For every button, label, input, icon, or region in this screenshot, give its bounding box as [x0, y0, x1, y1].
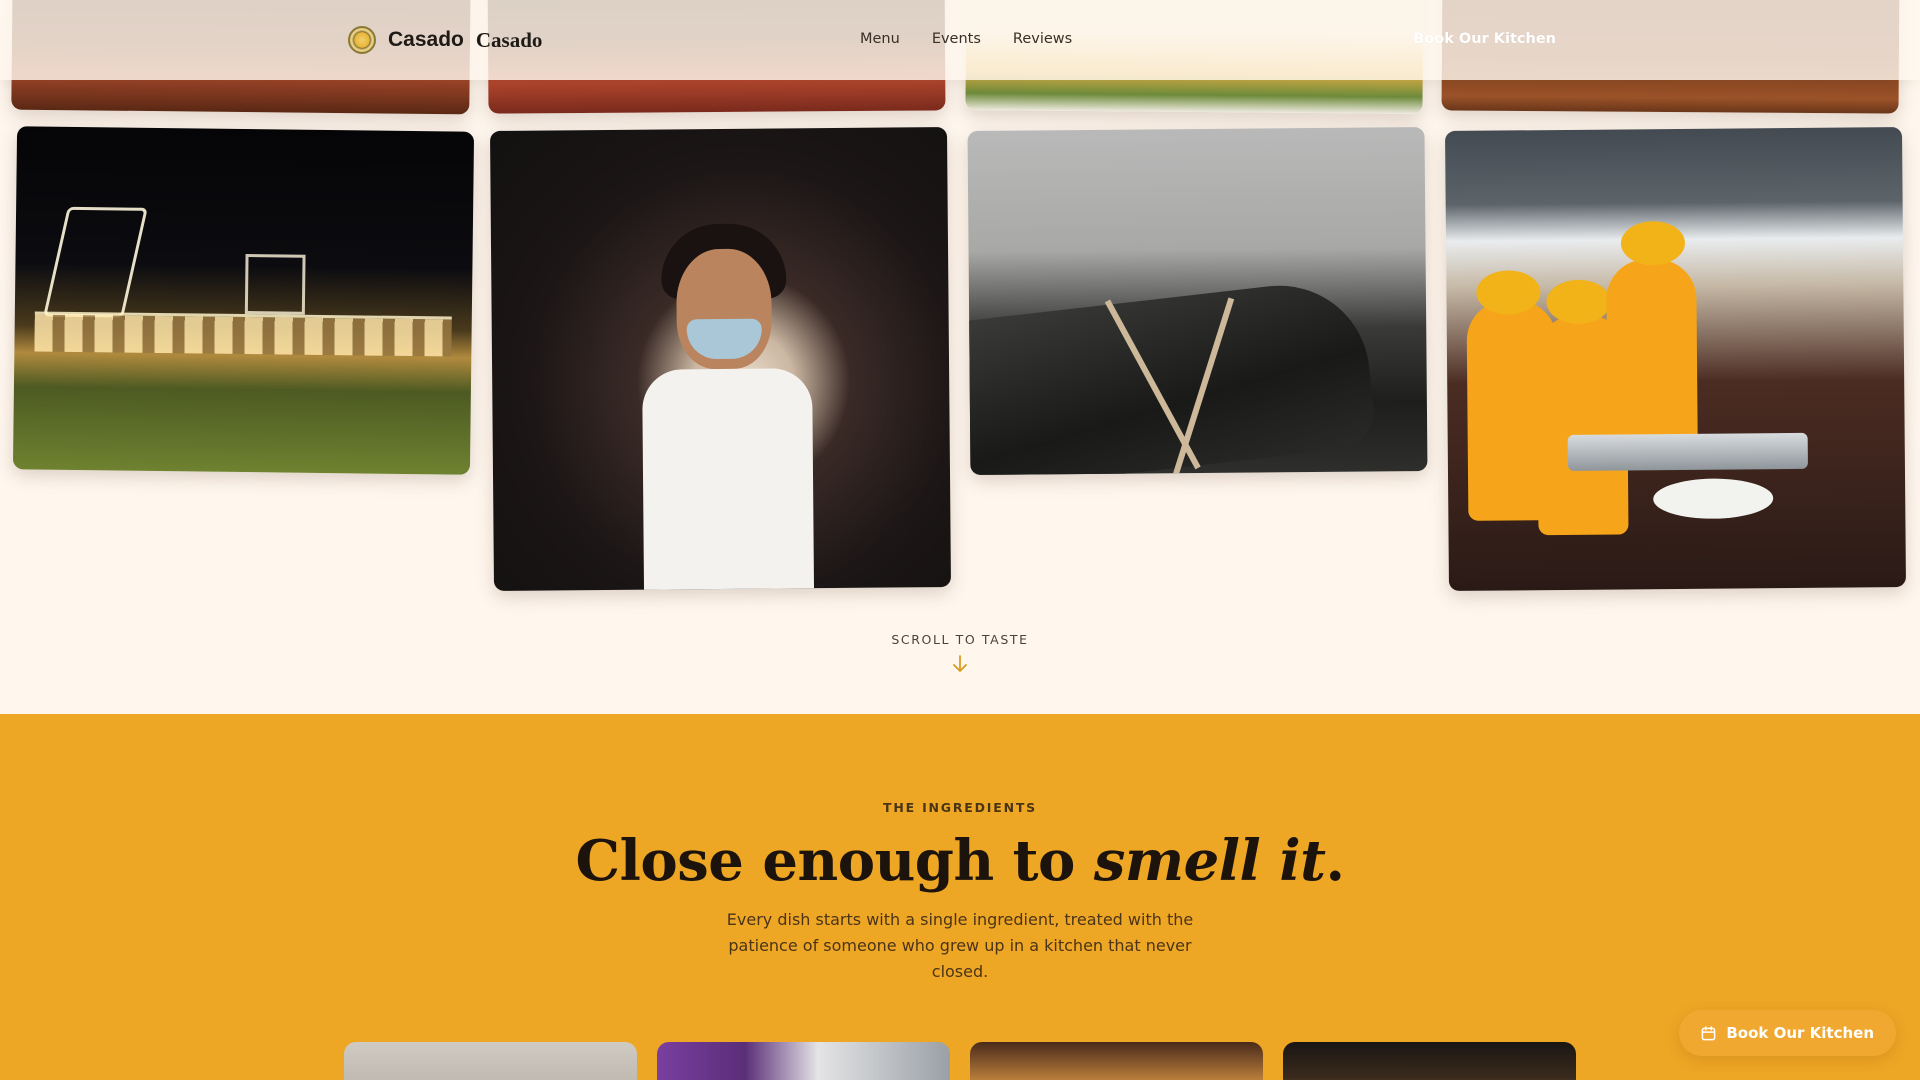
nav-item-reviews[interactable]: Reviews: [1013, 31, 1072, 47]
ingredient-card[interactable]: [970, 1042, 1263, 1080]
floating-cta-label: Book Our Kitchen: [1726, 1024, 1874, 1042]
scroll-cue[interactable]: SCROLL TO TASTE: [0, 632, 1920, 673]
scroll-cue-label: SCROLL TO TASTE: [891, 632, 1029, 647]
brand-logo-link[interactable]: Casado Casado: [348, 26, 542, 54]
ingredient-card[interactable]: [1283, 1042, 1576, 1080]
nav-item-menu[interactable]: Menu: [860, 31, 900, 47]
headline-italic: smell it: [1093, 828, 1326, 894]
photo-detail: [1567, 432, 1808, 471]
calendar-icon: [1702, 1025, 1716, 1040]
ingredient-card[interactable]: [344, 1042, 637, 1080]
site-header: Casado Casado Menu Events Reviews Book O…: [0, 0, 1920, 80]
book-kitchen-header-button[interactable]: Book Our Kitchen: [1413, 31, 1556, 47]
section-eyebrow: THE INGREDIENTS: [883, 800, 1037, 815]
sun-medallion-icon: [348, 26, 376, 54]
photo-detail: [1620, 220, 1686, 266]
book-kitchen-floating-button[interactable]: Book Our Kitchen: [1679, 1010, 1896, 1056]
brand-name-serif: Casado: [475, 27, 543, 52]
headline-end: .: [1325, 828, 1345, 894]
ingredients-section: THE INGREDIENTS Close enough to smell it…: [0, 714, 1920, 1080]
gallery-photo: [967, 127, 1428, 475]
ingredient-card[interactable]: [657, 1042, 950, 1080]
light-decoration: [244, 254, 306, 315]
stall-lights: [34, 311, 452, 357]
brand-name: Casado: [388, 28, 464, 51]
main-nav: Menu Events Reviews: [860, 31, 1072, 47]
photo-detail: [967, 276, 1378, 475]
photo-detail: [642, 368, 815, 591]
gallery-photo: [1445, 127, 1906, 591]
arrow-down-icon: [953, 655, 967, 672]
headline-plain: Close enough to: [575, 828, 1094, 894]
photo-detail: [1653, 478, 1774, 520]
gallery-photo: [490, 127, 951, 591]
section-headline: Close enough to smell it.: [0, 828, 1920, 894]
section-lede: Every dish starts with a single ingredie…: [726, 910, 1194, 981]
light-decoration: [43, 206, 148, 318]
nav-item-events[interactable]: Events: [932, 31, 981, 47]
gallery-photo: [12, 126, 475, 475]
